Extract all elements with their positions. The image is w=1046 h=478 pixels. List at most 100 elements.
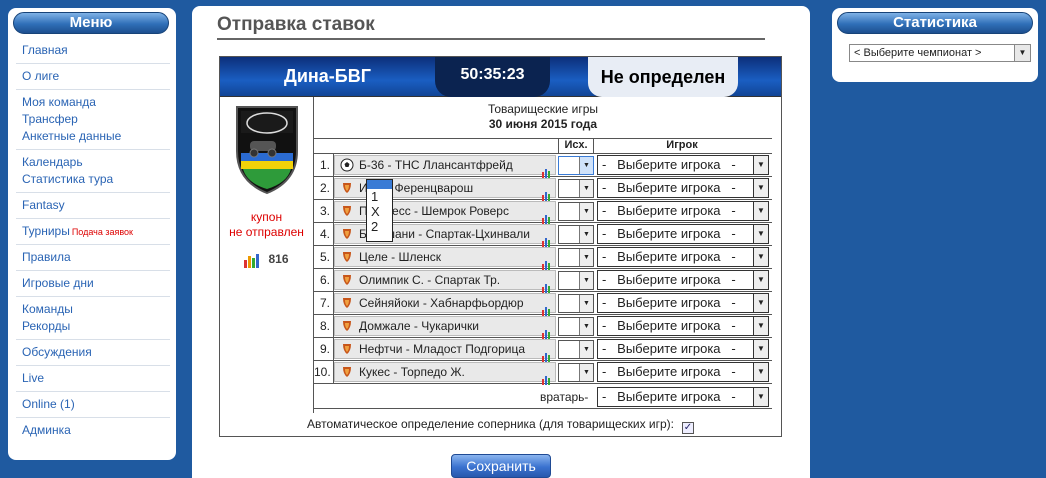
match-stats-icon[interactable] bbox=[542, 298, 551, 316]
menu-item-calendar-group: Календарь Статистика тура bbox=[16, 150, 170, 193]
menu-link-about[interactable]: О лиге bbox=[22, 68, 170, 85]
menu-link-records[interactable]: Рекорды bbox=[22, 318, 170, 335]
outcome-select[interactable]: ▼ bbox=[558, 156, 594, 175]
outcome-select[interactable]: ▼ bbox=[558, 225, 594, 244]
chevron-down-icon: ▼ bbox=[753, 202, 768, 220]
menu-link-transfer[interactable]: Трансфер bbox=[22, 111, 170, 128]
chevron-down-icon: ▼ bbox=[753, 179, 768, 197]
player-select[interactable]: - Выберите игрока - ▼ bbox=[597, 224, 769, 244]
match-row: 9. Нефтчи - Младост Подгорица ▼ - Выберите … bbox=[314, 338, 772, 362]
match-stats-icon[interactable] bbox=[542, 183, 551, 201]
outcome-select[interactable]: ▼ bbox=[558, 179, 594, 198]
player-select[interactable]: - Выберите игрока - ▼ bbox=[597, 178, 769, 198]
menu-item-teams-group: Команды Рекорды bbox=[16, 297, 170, 340]
player-select[interactable]: - Выберите игрока - ▼ bbox=[597, 155, 769, 175]
menu-link-teams[interactable]: Команды bbox=[22, 301, 170, 318]
player-select-value: - Выберите игрока - bbox=[602, 226, 736, 241]
match-row: 1. Б-36 - ТНС Лланcантфрейд ▼ - Выберите иг… bbox=[314, 154, 772, 178]
player-select[interactable]: - Выберите игрока - ▼ bbox=[597, 201, 769, 221]
menu-item-discussions: Обсуждения bbox=[16, 340, 170, 366]
goalkeeper-select[interactable]: - Выберите игрока - ▼ bbox=[597, 387, 769, 407]
outcome-select[interactable]: ▼ bbox=[558, 317, 594, 336]
outcome-select[interactable]: ▼ bbox=[558, 340, 594, 359]
match-stats-icon[interactable] bbox=[542, 344, 551, 362]
match-number: 1. bbox=[314, 154, 334, 176]
menu-link-discussions[interactable]: Обсуждения bbox=[22, 344, 170, 361]
menu-link-profile[interactable]: Анкетные данные bbox=[22, 128, 170, 145]
europa-league-icon bbox=[343, 275, 351, 285]
menu-link-my-team[interactable]: Моя команда bbox=[22, 94, 170, 111]
outcome-select[interactable]: ▼ bbox=[558, 202, 594, 221]
player-select[interactable]: - Выберите игрока - ▼ bbox=[597, 247, 769, 267]
match-stats-icon[interactable] bbox=[542, 160, 551, 178]
championship-select[interactable]: < Выберите чемпионат > ▼ bbox=[849, 44, 1031, 62]
europa-league-icon bbox=[343, 206, 351, 216]
player-select[interactable]: - Выберите игрока - ▼ bbox=[597, 339, 769, 359]
player-select[interactable]: - Выберите игрока - ▼ bbox=[597, 293, 769, 313]
match-stats-icon[interactable] bbox=[542, 275, 551, 293]
match-number: 9. bbox=[314, 338, 334, 360]
outcome-option-1[interactable]: 1 bbox=[367, 189, 392, 204]
auto-opponent-checkbox[interactable]: ✓ bbox=[682, 422, 694, 434]
outcome-option-empty[interactable] bbox=[367, 180, 392, 189]
menu-title: Меню bbox=[13, 12, 169, 34]
menu-item-live: Live bbox=[16, 366, 170, 392]
outcome-option-x[interactable]: X bbox=[367, 204, 392, 219]
menu-link-calendar[interactable]: Календарь bbox=[22, 154, 170, 171]
match-number: 5. bbox=[314, 246, 334, 268]
chevron-down-icon: ▼ bbox=[753, 271, 768, 289]
columns-header: Исх. Игрок bbox=[314, 139, 772, 154]
menu-link-admin[interactable]: Админка bbox=[22, 422, 170, 439]
europa-league-icon bbox=[343, 321, 351, 331]
player-select-value: - Выберите игрока - bbox=[602, 203, 736, 218]
match-number: 10. bbox=[314, 361, 334, 383]
match-row: 7. Сейняйоки - Хабнарфьордюр ▼ - Выберите и… bbox=[314, 292, 772, 316]
menu-item-game-days: Игровые дни bbox=[16, 271, 170, 297]
player-select[interactable]: - Выберите игрока - ▼ bbox=[597, 362, 769, 382]
player-select[interactable]: - Выберите игрока - ▼ bbox=[597, 316, 769, 336]
menu-link-tournaments[interactable]: Турниры bbox=[22, 224, 70, 238]
chevron-down-icon: ▼ bbox=[753, 363, 768, 381]
menu-link-live[interactable]: Live bbox=[22, 370, 170, 387]
menu-link-game-days[interactable]: Игровые дни bbox=[22, 275, 170, 292]
outcome-select[interactable]: ▼ bbox=[558, 363, 594, 382]
goalkeeper-row: вратарь- - Выберите игрока - ▼ bbox=[314, 385, 772, 409]
team-name: Дина-БВГ bbox=[284, 66, 371, 86]
chevron-down-icon: ▼ bbox=[753, 317, 768, 335]
menu-link-fantasy[interactable]: Fantasy bbox=[22, 197, 170, 214]
goalkeeper-select-value: - Выберите игрока - bbox=[602, 389, 736, 404]
player-select-value: - Выберите игрока - bbox=[602, 272, 736, 287]
bet-form: Дина-БВГ 50:35:23 Не определен купон не … bbox=[219, 56, 782, 437]
menu-link-rules[interactable]: Правила bbox=[22, 249, 170, 266]
menu-panel: Меню Главная О лиге Моя команда Трансфер… bbox=[8, 8, 176, 460]
match-stats-icon[interactable] bbox=[542, 229, 551, 247]
match-number: 7. bbox=[314, 292, 334, 314]
rating-value: 816 bbox=[268, 252, 289, 266]
match-name: Нефтчи - Младост Подгорица bbox=[359, 342, 525, 356]
match-row: 5. Целе - Шленск ▼ - Выберите игрока - ▼ bbox=[314, 246, 772, 270]
match-stats-icon[interactable] bbox=[542, 367, 551, 385]
save-button[interactable]: Сохранить bbox=[451, 454, 551, 478]
player-select[interactable]: - Выберите игрока - ▼ bbox=[597, 270, 769, 290]
menu-link-round-stats[interactable]: Статистика тура bbox=[22, 171, 170, 188]
outcome-select[interactable]: ▼ bbox=[558, 294, 594, 313]
match-stats-icon[interactable] bbox=[542, 252, 551, 270]
outcome-column-header: Исх. bbox=[558, 139, 594, 154]
match-stats-icon[interactable] bbox=[542, 321, 551, 339]
match-row: 6. Олимпик С. - Спартак Тр. ▼ - Выберите иг… bbox=[314, 269, 772, 293]
chevron-down-icon: ▼ bbox=[579, 318, 593, 335]
match-name: Кукес - Торпедо Ж. bbox=[359, 365, 465, 379]
match-stats-icon[interactable] bbox=[542, 206, 551, 224]
chevron-down-icon: ▼ bbox=[1014, 45, 1030, 61]
chevron-down-icon: ▼ bbox=[753, 340, 768, 358]
menu-link-home[interactable]: Главная bbox=[22, 42, 170, 59]
chevron-down-icon: ▼ bbox=[753, 294, 768, 312]
menu-link-online[interactable]: Online (1) bbox=[22, 396, 170, 413]
outcome-option-2[interactable]: 2 bbox=[367, 219, 392, 234]
menu-item-online: Online (1) bbox=[16, 392, 170, 418]
outcome-select[interactable]: ▼ bbox=[558, 271, 594, 290]
chevron-down-icon: ▼ bbox=[579, 341, 593, 358]
outcome-select[interactable]: ▼ bbox=[558, 248, 594, 267]
chevron-down-icon: ▼ bbox=[753, 156, 768, 174]
match-number: 3. bbox=[314, 200, 334, 222]
